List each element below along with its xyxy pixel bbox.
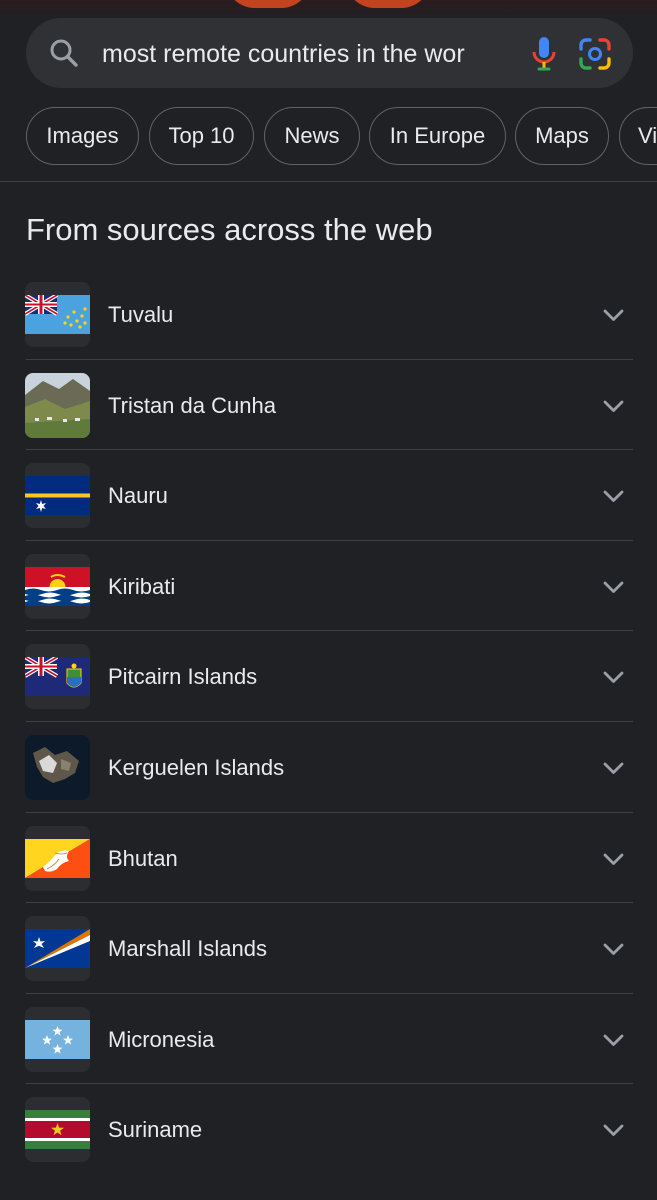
microphone-icon[interactable] bbox=[528, 34, 560, 74]
top-strip bbox=[0, 0, 657, 14]
chevron-down-icon[interactable] bbox=[600, 483, 627, 510]
list-item[interactable]: Nauru bbox=[0, 450, 657, 541]
divider bbox=[0, 181, 657, 182]
list-item[interactable]: Bhutan bbox=[0, 813, 657, 904]
kiribati-flag-icon bbox=[25, 566, 90, 606]
results-list: Tuvalu Tristan da Cunha Nauru Kiribati P… bbox=[0, 269, 657, 1175]
chip-maps[interactable]: Maps bbox=[515, 107, 609, 165]
micronesia-flag-icon bbox=[25, 1019, 90, 1059]
kerguelen-satellite-photo bbox=[25, 734, 90, 800]
section-heading: From sources across the web bbox=[26, 212, 433, 247]
chip-images[interactable]: Images bbox=[26, 107, 139, 165]
list-item[interactable]: Kerguelen Islands bbox=[0, 722, 657, 813]
list-item[interactable]: Marshall Islands bbox=[0, 903, 657, 994]
chevron-down-icon[interactable] bbox=[600, 664, 627, 691]
search-bar[interactable]: most remote countries in the wor bbox=[26, 18, 633, 88]
bhutan-flag-icon bbox=[25, 838, 90, 878]
chevron-down-icon[interactable] bbox=[600, 574, 627, 601]
chip-in-europe[interactable]: In Europe bbox=[369, 107, 506, 165]
chevron-down-icon[interactable] bbox=[600, 1117, 627, 1144]
list-item-label: Pitcairn Islands bbox=[108, 664, 258, 690]
filter-chips: Images Top 10 News In Europe Maps Vi bbox=[0, 107, 657, 167]
chevron-down-icon[interactable] bbox=[600, 302, 627, 329]
chip-news[interactable]: News bbox=[264, 107, 360, 165]
chip-top-10[interactable]: Top 10 bbox=[149, 107, 254, 165]
list-item-label: Bhutan bbox=[108, 845, 178, 871]
list-item[interactable]: Kiribati bbox=[0, 541, 657, 632]
search-input[interactable]: most remote countries in the wor bbox=[102, 38, 504, 70]
chevron-down-icon[interactable] bbox=[600, 936, 627, 963]
list-item-label: Kiribati bbox=[108, 573, 176, 599]
nauru-flag-icon bbox=[25, 476, 90, 516]
list-item-label: Suriname bbox=[108, 1117, 203, 1143]
chip-videos[interactable]: Vi bbox=[619, 107, 657, 165]
tristan-da-cunha-photo bbox=[25, 372, 90, 438]
pitcairn-flag-icon bbox=[25, 657, 90, 697]
list-item-label: Tristan da Cunha bbox=[108, 392, 276, 418]
marshall-islands-flag-icon bbox=[25, 929, 90, 969]
chevron-down-icon[interactable] bbox=[600, 1027, 627, 1054]
chevron-down-icon[interactable] bbox=[600, 393, 627, 420]
list-item-label: Tuvalu bbox=[108, 302, 174, 327]
search-icon[interactable] bbox=[48, 37, 80, 69]
list-item-label: Kerguelen Islands bbox=[108, 754, 285, 780]
list-item[interactable]: Suriname bbox=[0, 1084, 657, 1175]
list-item[interactable]: Pitcairn Islands bbox=[0, 631, 657, 722]
chevron-down-icon[interactable] bbox=[600, 846, 627, 873]
list-item[interactable]: Micronesia bbox=[0, 994, 657, 1085]
suriname-flag-icon bbox=[25, 1110, 90, 1150]
list-item[interactable]: Tuvalu bbox=[0, 269, 657, 360]
camera-lens-icon[interactable] bbox=[578, 37, 612, 71]
list-item-label: Nauru bbox=[108, 483, 168, 509]
list-item[interactable]: Tristan da Cunha bbox=[0, 360, 657, 451]
tuvalu-flag-icon bbox=[25, 295, 90, 334]
list-item-label: Marshall Islands bbox=[108, 936, 267, 962]
chevron-down-icon[interactable] bbox=[600, 755, 627, 782]
list-item-label: Micronesia bbox=[108, 1026, 215, 1052]
